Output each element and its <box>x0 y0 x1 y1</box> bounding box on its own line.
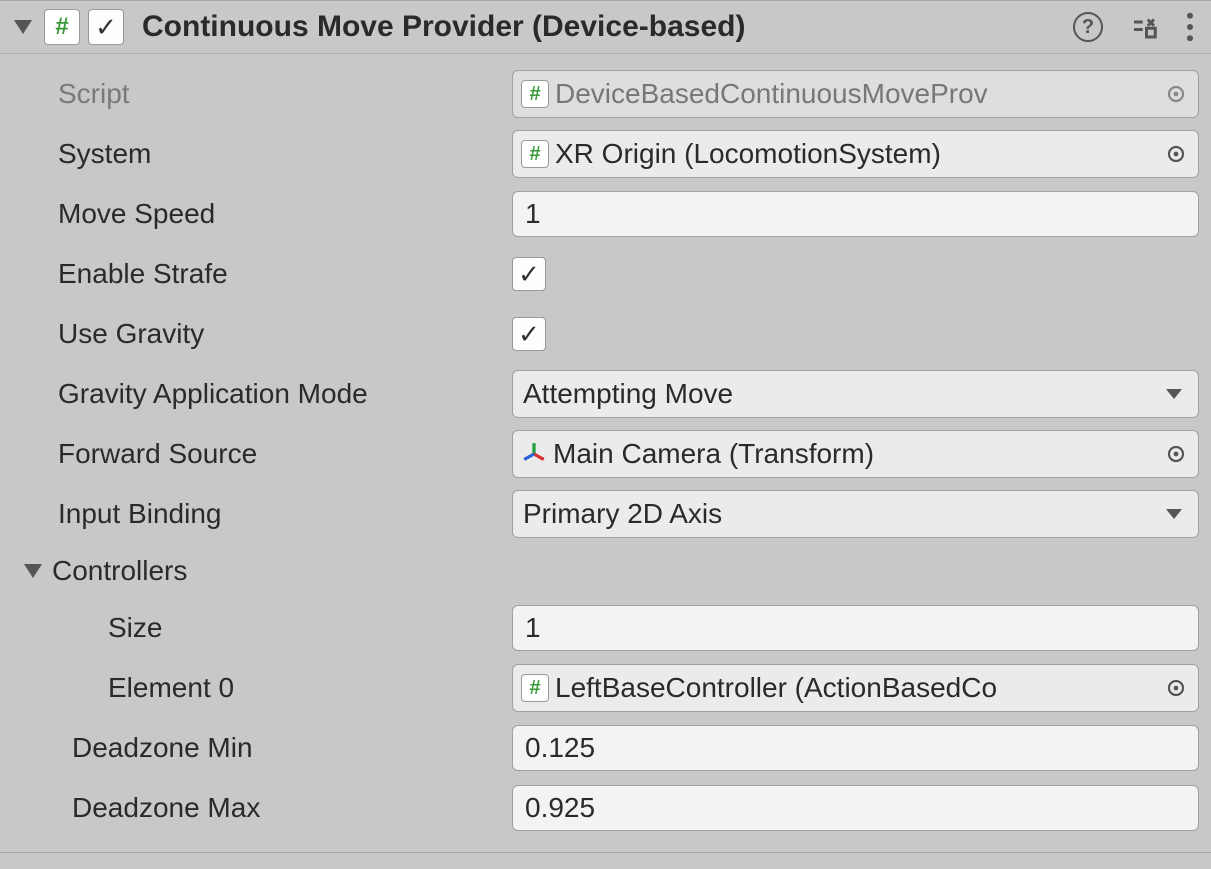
script-asset-icon: # <box>521 80 549 108</box>
controllers-size-input[interactable] <box>512 605 1199 651</box>
label-controllers-element0: Element 0 <box>12 672 512 704</box>
component-header[interactable]: # ✓ Continuous Move Provider (Device-bas… <box>0 1 1211 54</box>
controllers-element0-value: LeftBaseController (ActionBasedCo <box>555 672 1152 704</box>
object-picker-icon[interactable] <box>1158 136 1194 172</box>
component-panel: # ✓ Continuous Move Provider (Device-bas… <box>0 0 1211 853</box>
label-forward-source: Forward Source <box>12 438 512 470</box>
system-field[interactable]: # XR Origin (LocomotionSystem) <box>512 130 1199 178</box>
object-picker-icon[interactable] <box>1158 670 1194 706</box>
kebab-menu-icon[interactable] <box>1185 12 1195 42</box>
transform-icon <box>521 441 547 467</box>
enable-strafe-checkbox[interactable]: ✓ <box>512 257 546 291</box>
input-binding-popup[interactable]: Primary 2D Axis <box>512 490 1199 538</box>
script-value: DeviceBasedContinuousMoveProv <box>555 78 1152 110</box>
script-icon: # <box>44 9 80 45</box>
label-move-speed: Move Speed <box>12 198 512 230</box>
script-ref-icon: # <box>521 140 549 168</box>
label-controllers: Controllers <box>52 555 187 587</box>
foldout-icon[interactable] <box>24 564 42 578</box>
gravity-mode-popup[interactable]: Attempting Move <box>512 370 1199 418</box>
input-binding-value: Primary 2D Axis <box>523 498 722 530</box>
component-body: Script # DeviceBasedContinuousMoveProv S… <box>0 54 1211 852</box>
row-forward-source: Forward Source Main Camera (Transform) <box>0 424 1211 484</box>
component-title: Continuous Move Provider (Device-based) <box>132 10 1065 44</box>
gravity-mode-value: Attempting Move <box>523 378 733 410</box>
row-deadzone-min: Deadzone Min <box>0 718 1211 778</box>
row-use-gravity: Use Gravity ✓ <box>0 304 1211 364</box>
label-system: System <box>12 138 512 170</box>
row-gravity-mode: Gravity Application Mode Attempting Move <box>0 364 1211 424</box>
row-script: Script # DeviceBasedContinuousMoveProv <box>0 64 1211 124</box>
label-enable-strafe: Enable Strafe <box>12 258 512 290</box>
help-icon[interactable]: ? <box>1073 12 1103 42</box>
dropdown-arrow-icon <box>1166 389 1182 399</box>
script-field: # DeviceBasedContinuousMoveProv <box>512 70 1199 118</box>
deadzone-max-input[interactable] <box>512 785 1199 831</box>
label-deadzone-max: Deadzone Max <box>12 792 512 824</box>
label-deadzone-min: Deadzone Min <box>12 732 512 764</box>
preset-icon[interactable] <box>1129 12 1159 42</box>
label-use-gravity: Use Gravity <box>12 318 512 350</box>
object-picker-icon[interactable] <box>1158 436 1194 472</box>
deadzone-min-input[interactable] <box>512 725 1199 771</box>
row-controllers-size: Size <box>0 598 1211 658</box>
row-move-speed: Move Speed <box>0 184 1211 244</box>
header-actions: ? <box>1073 12 1201 42</box>
move-speed-input[interactable] <box>512 191 1199 237</box>
foldout-icon[interactable] <box>14 20 32 34</box>
controllers-element0-field[interactable]: # LeftBaseController (ActionBasedCo <box>512 664 1199 712</box>
object-picker-icon <box>1158 76 1194 112</box>
script-ref-icon: # <box>521 674 549 702</box>
row-system: System # XR Origin (LocomotionSystem) <box>0 124 1211 184</box>
label-gravity-mode: Gravity Application Mode <box>12 378 512 410</box>
row-deadzone-max: Deadzone Max <box>0 778 1211 838</box>
system-value: XR Origin (LocomotionSystem) <box>555 138 1152 170</box>
dropdown-arrow-icon <box>1166 509 1182 519</box>
forward-source-field[interactable]: Main Camera (Transform) <box>512 430 1199 478</box>
row-input-binding: Input Binding Primary 2D Axis <box>0 484 1211 544</box>
label-input-binding: Input Binding <box>12 498 512 530</box>
label-script: Script <box>12 78 512 110</box>
forward-source-value: Main Camera (Transform) <box>553 438 1152 470</box>
use-gravity-checkbox[interactable]: ✓ <box>512 317 546 351</box>
row-controllers-element0: Element 0 # LeftBaseController (ActionBa… <box>0 658 1211 718</box>
enable-checkbox[interactable]: ✓ <box>88 9 124 45</box>
label-controllers-size: Size <box>12 612 512 644</box>
row-enable-strafe: Enable Strafe ✓ <box>0 244 1211 304</box>
controllers-header[interactable]: Controllers <box>0 544 1211 598</box>
